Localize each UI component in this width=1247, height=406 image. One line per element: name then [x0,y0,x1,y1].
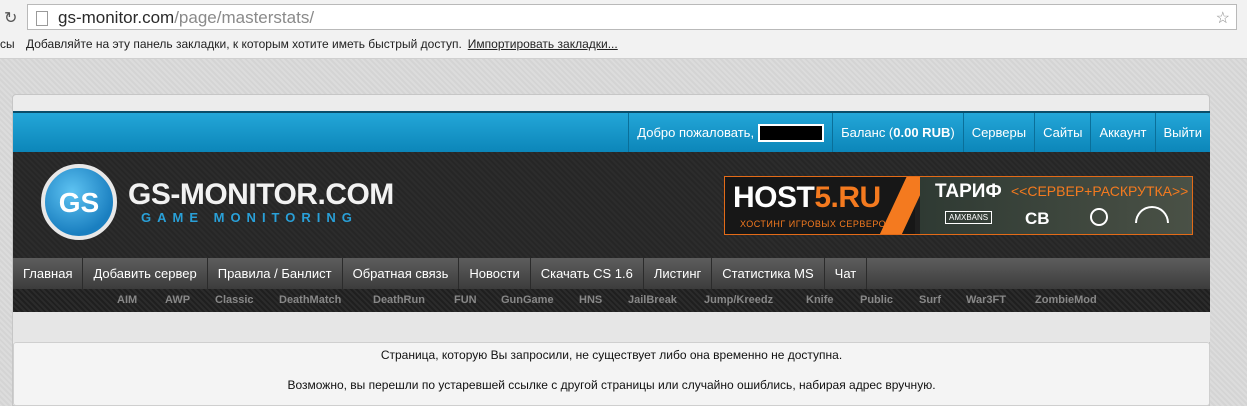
welcome-label: Добро пожаловать, [637,125,755,140]
mode-tag[interactable]: GunGame [501,294,554,306]
browser-toolbar: ↻ gs-monitor.com/page/masterstats/ ☆ сы Д… [0,0,1247,59]
nav-rules-banlist[interactable]: Правила / Банлист [208,258,343,289]
mode-tag[interactable]: Knife [806,294,834,306]
mode-tag[interactable]: DeathMatch [279,294,341,306]
ad-host-orange: 5.RU [814,181,881,214]
bookmarks-bar: сы Добавляйте на эту панель закладки, к к… [0,37,618,51]
mode-tag[interactable]: AIM [117,294,137,306]
mode-tag[interactable]: HNS [579,294,602,306]
mode-tag[interactable]: Jump/Kreedz [704,294,773,306]
link-servers[interactable]: Серверы [962,113,1034,152]
mode-tag[interactable]: Classic [215,294,254,306]
link-account[interactable]: Аккаунт [1090,113,1154,152]
nav-ms-stats[interactable]: Статистика MS [712,258,825,289]
import-bookmarks-link[interactable]: Импортировать закладки... [468,37,618,51]
error-message-box: Страница, которую Вы запросили, не сущес… [13,342,1210,406]
content-spacer [13,312,1210,342]
mode-tag[interactable]: ZombieMod [1035,294,1097,306]
nav-feedback[interactable]: Обратная связь [343,258,460,289]
mode-tags-bar: AIM AWP Classic DeathMatch DeathRun FUN GunGam… [13,289,1210,312]
site-header: GS GS-MONITOR.COM GAME MONITORING HOST5.… [13,152,1210,258]
globe-icon [1090,208,1108,226]
balance-label: Баланс ( [841,125,894,140]
ad-tarif: ТАРИФ [935,181,1002,202]
nav-download-cs[interactable]: Скачать CS 1.6 [531,258,644,289]
ad-host-white: HOST [733,181,815,214]
nav-add-server[interactable]: Добавить сервер [83,258,208,289]
bookmarks-apps-label[interactable]: сы [0,37,22,51]
mode-tag[interactable]: Public [860,294,893,306]
ad-tagline: ХОСТИНГ ИГРОВЫХ СЕРВЕРОВ [740,219,893,229]
url-host: gs-monitor.com [58,8,175,27]
nav-chat[interactable]: Чат [825,258,868,289]
username-redacted[interactable] [758,123,825,142]
logo-badge[interactable]: GS [41,164,117,240]
nav-home[interactable]: Главная [13,258,84,289]
balance: Баланс (0.00 RUB) [832,113,963,152]
amxbans-logo: AMXBANS [945,211,993,224]
mode-tag[interactable]: Surf [919,294,941,306]
link-sites[interactable]: Сайты [1034,113,1090,152]
mode-tag[interactable]: DeathRun [373,294,425,306]
main-nav: Главная Добавить сервер Правила / Банлис… [13,258,1210,289]
link-logout[interactable]: Выйти [1154,113,1211,152]
bookmark-star-icon[interactable]: ☆ [1216,8,1230,28]
url-text[interactable]: gs-monitor.com/page/masterstats/ [58,8,314,28]
error-line-1: Страница, которую Вы запросили, не сущес… [380,348,843,362]
error-line-2: Возможно, вы перешли по устаревшей ссылк… [287,378,936,392]
url-path: /page/masterstats/ [174,8,315,27]
nav-listing[interactable]: Листинг [644,258,713,289]
reload-icon[interactable]: ↻ [4,8,17,28]
logo-title[interactable]: GS-MONITOR.COM [128,178,394,212]
logo-subtitle: GAME MONITORING [141,210,358,225]
balance-value: 0.00 RUB [893,125,951,140]
welcome-text: Добро пожаловать, [628,113,832,152]
mode-tag[interactable]: FUN [454,294,477,306]
user-bar: Добро пожаловать, Баланс (0.00 RUB) Серв… [13,111,1210,152]
hosting-ad-banner[interactable]: HOST5.RU ХОСТИНГ ИГРОВЫХ СЕРВЕРОВ ТАРИФ … [724,176,1193,235]
address-bar[interactable]: gs-monitor.com/page/masterstats/ ☆ [27,4,1237,30]
nav-news[interactable]: Новости [459,258,531,289]
mode-tag[interactable]: JailBreak [628,294,677,306]
bookmarks-message: Добавляйте на эту панель закладки, к кот… [26,37,462,51]
cb-logo: CB [1025,209,1050,228]
ad-host-name: HOST5.RU [733,181,881,215]
logo-badge-text: GS [58,187,100,218]
page-icon [36,11,48,26]
ad-package: <<СЕРВЕР+РАСКРУТКА>> [1011,183,1189,199]
mode-tag[interactable]: AWP [165,294,190,306]
balance-close: ) [950,125,955,140]
mode-tag[interactable]: War3FT [966,294,1006,306]
